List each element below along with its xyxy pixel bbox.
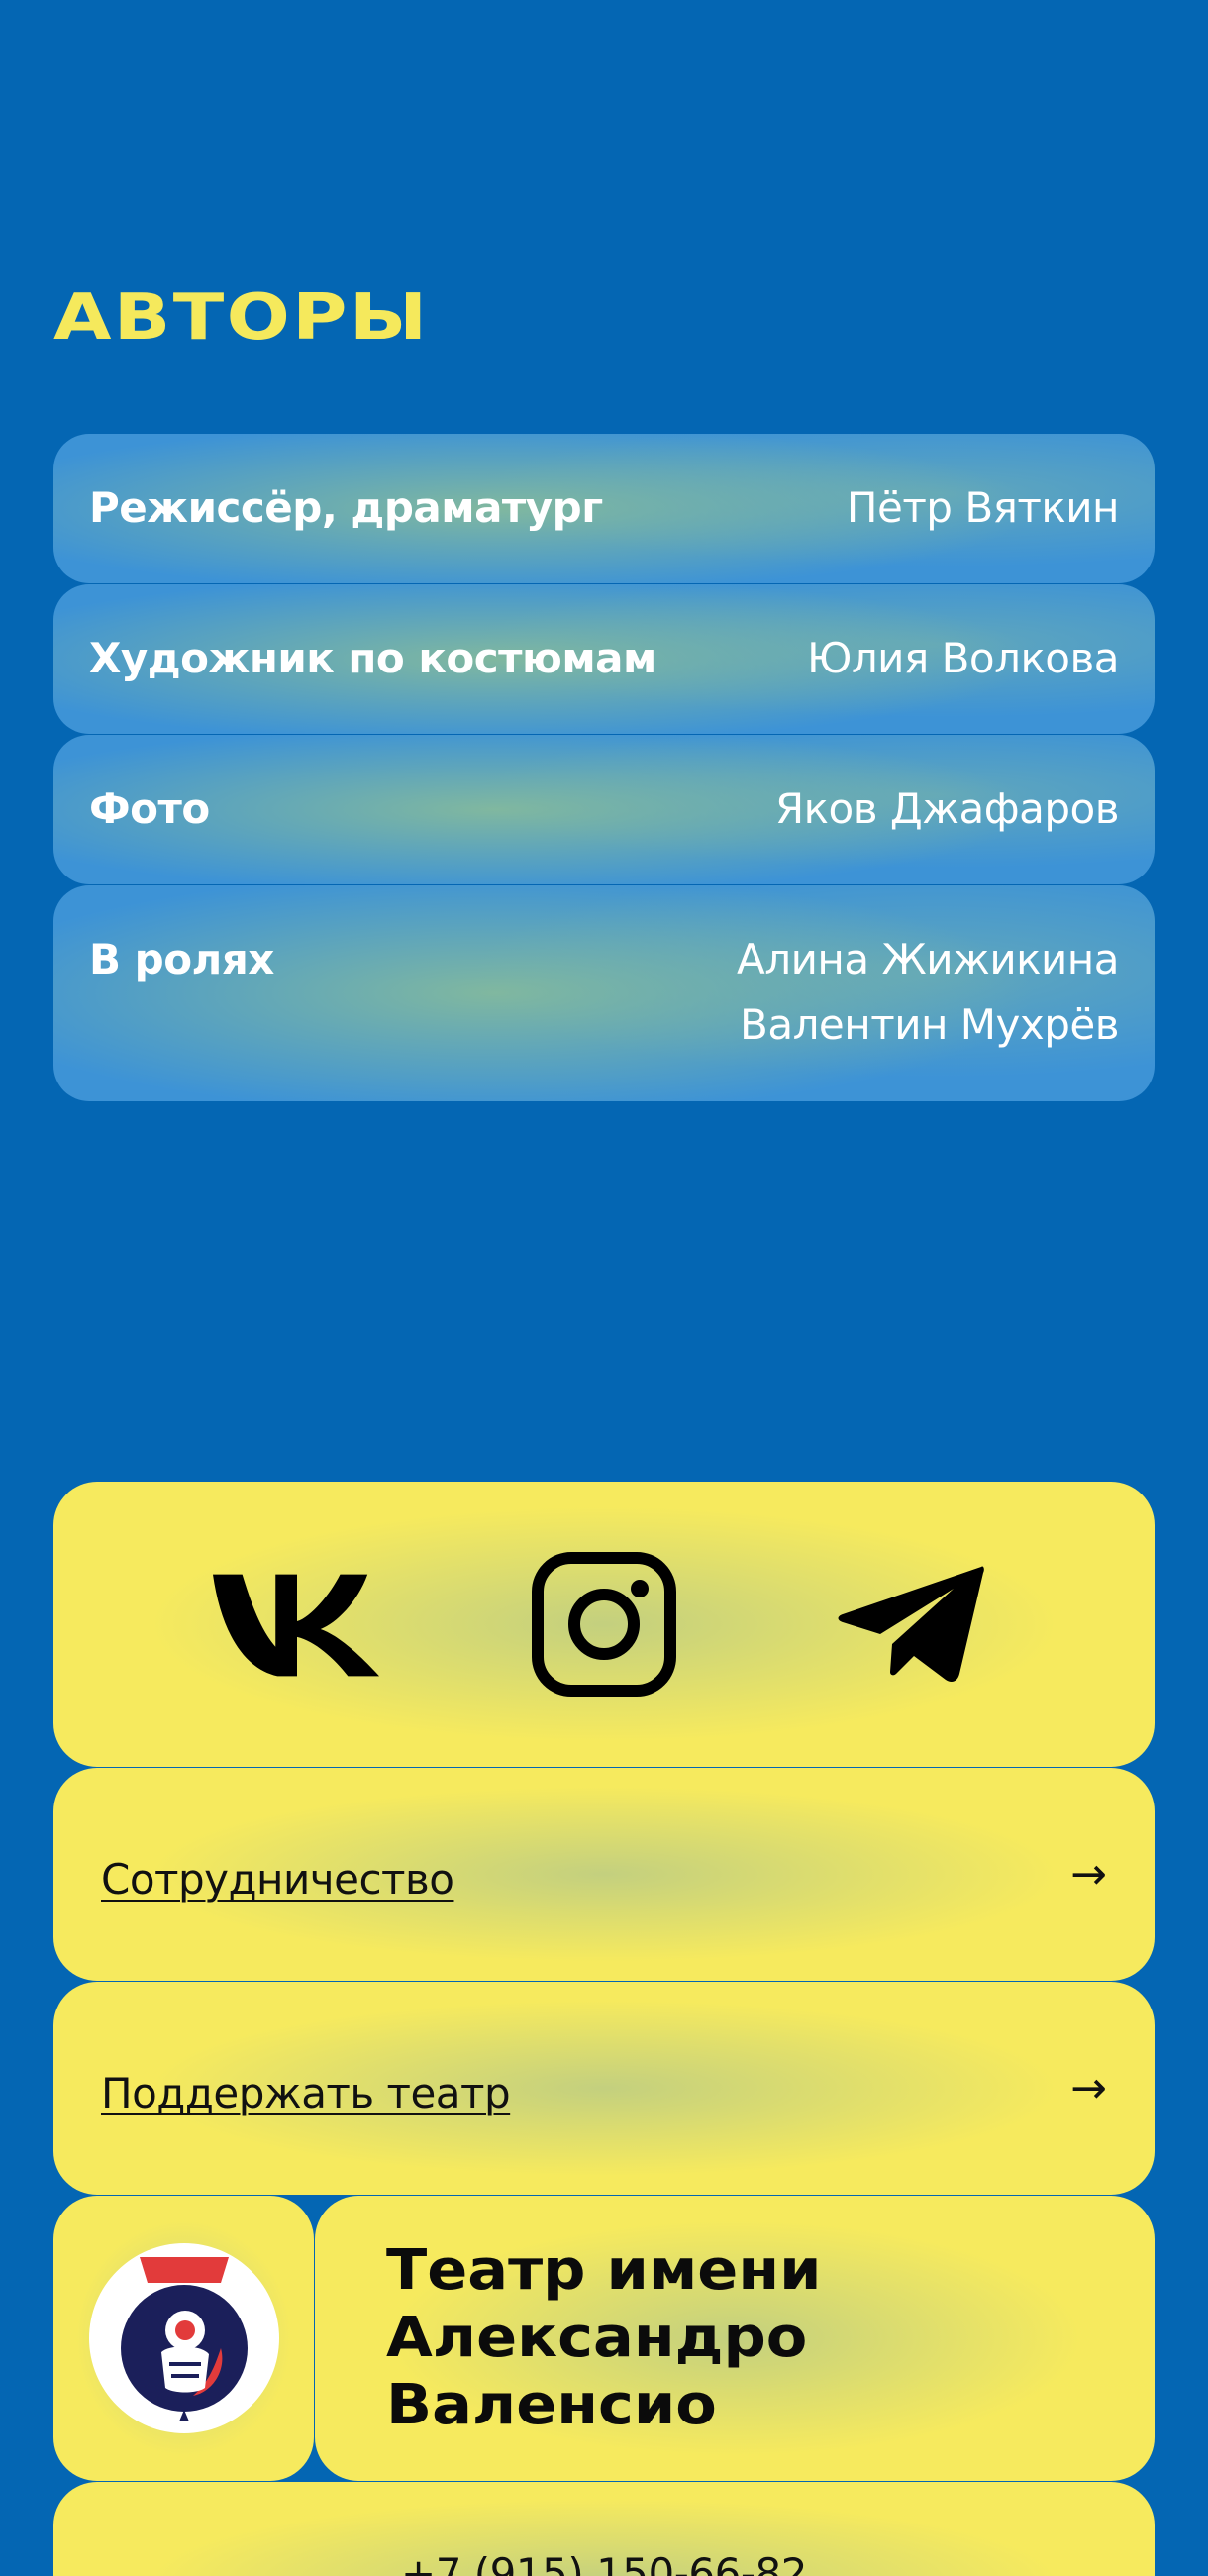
cooperation-link[interactable]: Сотрудничество → bbox=[53, 1768, 1155, 1981]
logo-card[interactable] bbox=[53, 2196, 314, 2481]
phone-card: +7 (915) 150-66-82 bbox=[53, 2482, 1155, 2576]
theatre-name: Театр имени Александро Валенсио bbox=[386, 2238, 822, 2437]
arrow-right-icon: → bbox=[1070, 2062, 1107, 2113]
telegram-logo-glyph bbox=[838, 1566, 984, 1682]
theatre-logo bbox=[88, 2243, 279, 2433]
credit-row-cast: В ролях Алина Жижикина Валентин Мухрёв bbox=[53, 885, 1155, 1101]
credit-row-costume: Художник по костюмам Юлия Волкова bbox=[53, 584, 1155, 734]
credit-name: Юлия Волкова bbox=[806, 634, 1120, 682]
social-links bbox=[53, 1482, 1155, 1767]
vk-icon[interactable] bbox=[213, 1540, 381, 1708]
telegram-icon[interactable] bbox=[827, 1540, 995, 1708]
credit-names: Юлия Волкова bbox=[806, 584, 1120, 691]
phone-number-link[interactable]: +7 (915) 150-66-82 bbox=[401, 2549, 807, 2576]
theatre-name-card: Театр имени Александро Валенсио bbox=[315, 2196, 1155, 2481]
credit-role: Режиссёр, драматург bbox=[89, 483, 603, 532]
brand-row: Театр имени Александро Валенсио bbox=[53, 2196, 1155, 2481]
credit-names: Алина Жижикина Валентин Мухрёв bbox=[737, 885, 1119, 1058]
instagram-icon[interactable] bbox=[520, 1540, 688, 1708]
credit-name: Алина Жижикина bbox=[737, 935, 1119, 983]
vk-logo-glyph bbox=[213, 1574, 380, 1677]
arrow-right-icon: → bbox=[1070, 1848, 1107, 1900]
instagram-logo-glyph bbox=[532, 1552, 676, 1697]
credit-name: Яков Джафаров bbox=[775, 784, 1120, 833]
credit-names: Пётр Вяткин bbox=[846, 434, 1120, 541]
credit-row-director: Режиссёр, драматург Пётр Вяткин bbox=[53, 434, 1155, 583]
credit-names: Яков Джафаров bbox=[775, 735, 1120, 842]
credit-row-photo: Фото Яков Джафаров bbox=[53, 735, 1155, 884]
authors-title: АВТОРЫ bbox=[53, 281, 430, 355]
theatre-logo-emblem bbox=[120, 2257, 248, 2421]
support-theatre-link[interactable]: Поддержать театр → bbox=[53, 1982, 1155, 2195]
credit-name: Валентин Мухрёв bbox=[740, 1000, 1119, 1049]
page: АВТОРЫ Режиссёр, драматург Пётр Вяткин Х… bbox=[0, 0, 1208, 2576]
credit-role: Художник по костюмам bbox=[89, 634, 656, 682]
cooperation-link-label[interactable]: Сотрудничество bbox=[101, 1845, 454, 1904]
credits-list: Режиссёр, драматург Пётр Вяткин Художник… bbox=[53, 434, 1155, 1101]
footer: Сотрудничество → Поддержать театр → Теат… bbox=[53, 1482, 1155, 2576]
credit-name: Пётр Вяткин bbox=[846, 483, 1120, 532]
support-theatre-link-label[interactable]: Поддержать театр bbox=[101, 2059, 511, 2117]
credit-role: Фото bbox=[89, 784, 210, 833]
credit-role: В ролях bbox=[89, 935, 274, 983]
